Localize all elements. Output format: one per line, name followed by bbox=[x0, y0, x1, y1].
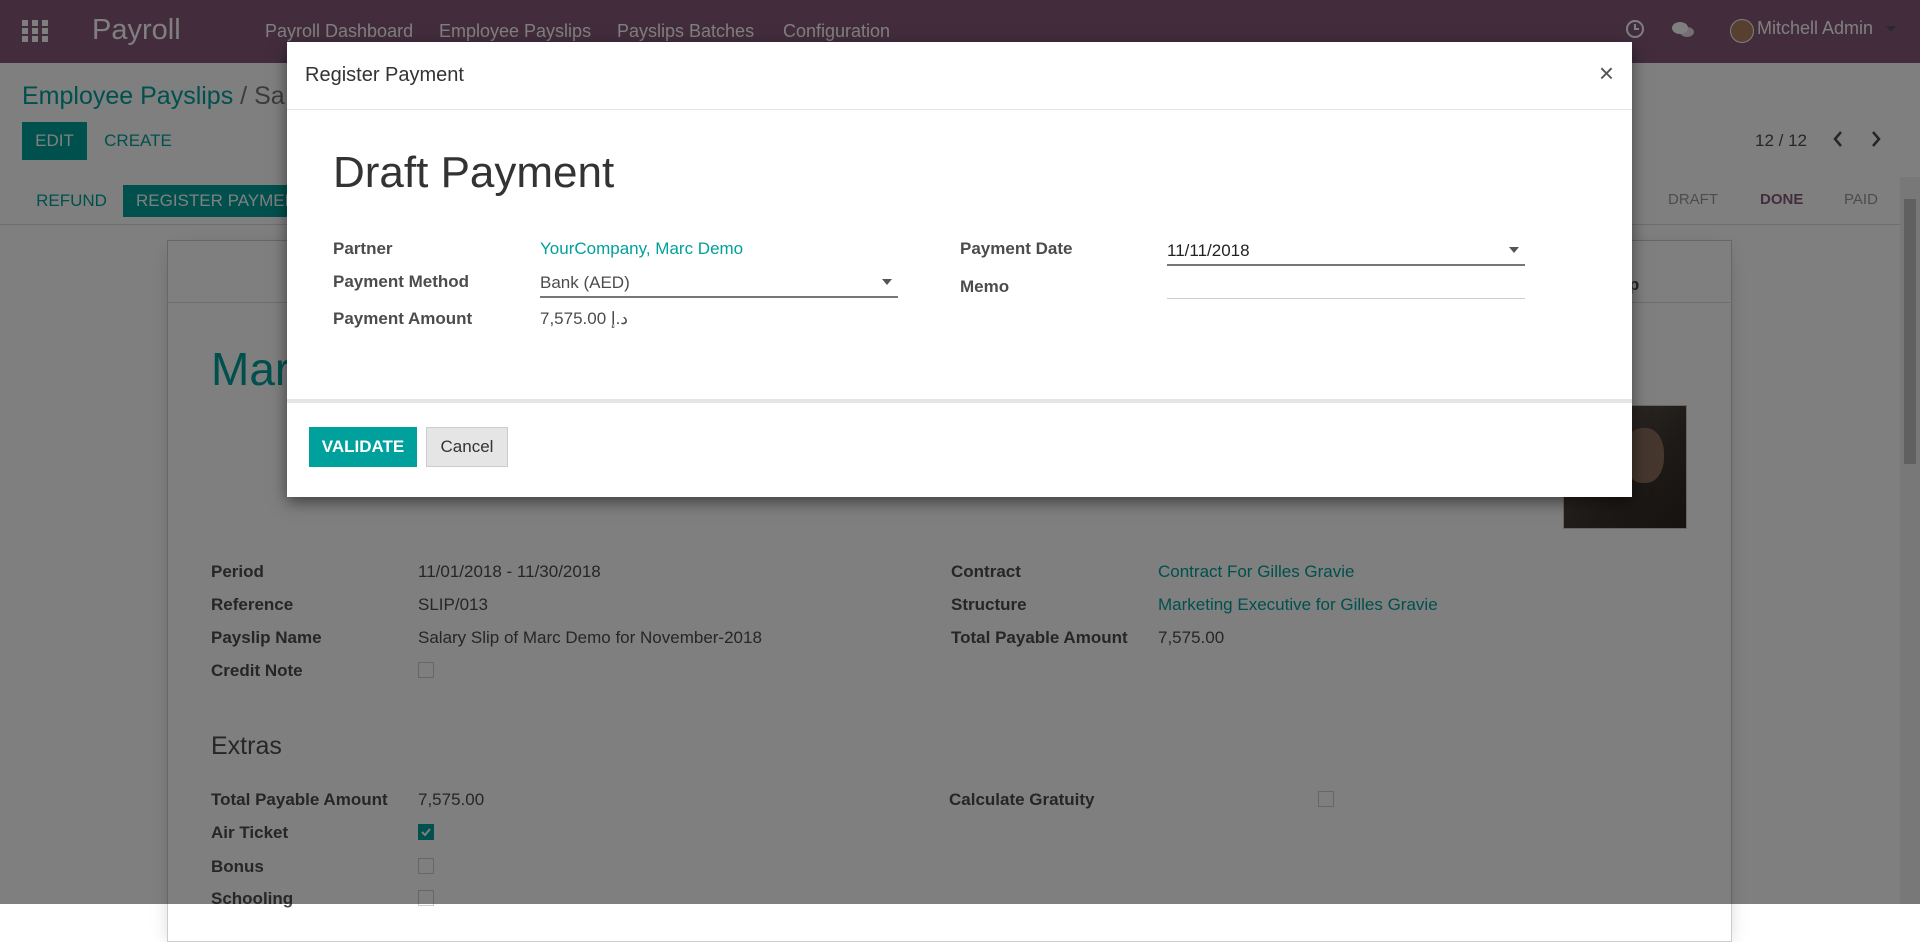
dialog-header: Register Payment × bbox=[287, 42, 1632, 110]
payment-date-value: 11/11/2018 bbox=[1167, 241, 1250, 260]
partner-label: Partner bbox=[333, 239, 393, 258]
dialog-footer: VALIDATE Cancel bbox=[287, 399, 1632, 501]
memo-input[interactable] bbox=[1167, 274, 1525, 299]
register-payment-dialog: Register Payment × Draft Payment Partner… bbox=[287, 42, 1632, 497]
payment-date-field[interactable]: 11/11/2018 bbox=[1167, 238, 1525, 266]
cancel-button[interactable]: Cancel bbox=[426, 427, 508, 467]
payment-amount-label: Payment Amount bbox=[333, 309, 473, 328]
payment-amount-value: 7,575.00 د.إ bbox=[540, 309, 628, 328]
payment-method-label: Payment Method bbox=[333, 272, 470, 291]
payment-date-caret-icon bbox=[1509, 247, 1519, 253]
dialog-title: Register Payment bbox=[305, 64, 464, 86]
payment-date-label: Payment Date bbox=[960, 239, 1073, 258]
draft-payment-heading: Draft Payment bbox=[333, 148, 615, 197]
payment-method-value: Bank (AED) bbox=[540, 273, 630, 292]
payment-method-select[interactable]: Bank (AED) bbox=[540, 270, 898, 298]
close-icon[interactable]: × bbox=[1599, 58, 1614, 89]
payment-method-caret-icon bbox=[882, 279, 892, 285]
validate-button[interactable]: VALIDATE bbox=[309, 427, 417, 467]
partner-value[interactable]: YourCompany, Marc Demo bbox=[540, 239, 743, 259]
memo-label: Memo bbox=[960, 277, 1010, 296]
